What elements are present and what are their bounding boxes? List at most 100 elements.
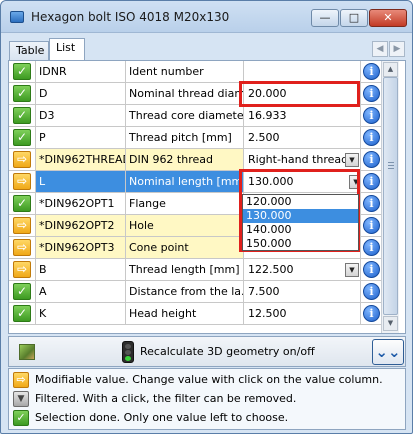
param-value[interactable]: 7.500	[244, 281, 361, 303]
length-dropdown-list[interactable]: 120.000 130.000 140.000 150.000	[242, 194, 359, 251]
list-item[interactable]: ⇨ *DIN962THREAD DIN 962 thread Right-han…	[9, 149, 381, 171]
dropdown-option[interactable]: 120.000	[243, 195, 358, 209]
check-icon: ✓	[13, 63, 31, 80]
info-icon[interactable]: i	[363, 85, 380, 102]
check-icon: ✓	[13, 410, 29, 426]
param-name: D	[36, 83, 126, 105]
param-desc: Head height	[126, 303, 244, 325]
param-value[interactable]: 16.933	[244, 105, 361, 127]
param-value[interactable]: 2.500	[244, 127, 361, 149]
scroll-thumb[interactable]	[383, 77, 398, 315]
list-item[interactable]: ✓ IDNR Ident number i	[9, 61, 381, 83]
list-item[interactable]: ⇨ B Thread length [mm] 122.500 ▼ i	[9, 259, 381, 281]
param-desc: Cone point	[126, 237, 244, 259]
check-icon: ✓	[13, 85, 31, 102]
info-icon[interactable]: i	[363, 283, 380, 300]
scroll-up-icon[interactable]: ▲	[383, 62, 398, 77]
collapse-chevron-icon[interactable]: ⌄⌄	[372, 339, 404, 365]
info-icon[interactable]: i	[363, 63, 380, 80]
param-name: A	[36, 281, 126, 303]
legend-item: ⇨ Modifiable value. Change value with cl…	[13, 371, 403, 389]
check-icon: ✓	[13, 129, 31, 146]
param-name: IDNR	[36, 61, 126, 83]
info-icon[interactable]: i	[363, 151, 380, 168]
scroll-down-icon[interactable]: ▼	[383, 316, 398, 331]
window-title: Hexagon bolt ISO 4018 M20x130	[31, 10, 230, 24]
modifiable-arrow-icon: ⇨	[13, 151, 31, 168]
param-value-select[interactable]: 122.500 ▼	[244, 259, 361, 281]
dropdown-arrow-icon[interactable]: ▼	[345, 153, 359, 167]
param-value: Right-hand thread	[248, 153, 349, 166]
tab-scroll-left-icon[interactable]: ◀	[372, 41, 388, 57]
preview-image-icon[interactable]	[19, 344, 35, 360]
param-desc: Nominal thread diam...	[126, 83, 244, 105]
legend-item: ▼ Filtered. With a click, the filter can…	[13, 390, 403, 408]
modifiable-arrow-icon: ⇨	[13, 261, 31, 278]
list-item[interactable]: ✓ D3 Thread core diamete... 16.933 i	[9, 105, 381, 127]
info-icon[interactable]: i	[363, 173, 380, 190]
info-icon[interactable]: i	[363, 261, 380, 278]
modifiable-arrow-icon: ⇨	[13, 173, 31, 190]
maximize-button[interactable]: □	[340, 9, 368, 27]
bottom-toolbar: Recalculate 3D geometry on/off ⌄⌄	[8, 336, 406, 367]
param-value-select[interactable]: Right-hand thread ▼	[244, 149, 361, 171]
info-icon[interactable]: i	[363, 217, 380, 234]
info-icon[interactable]: i	[363, 305, 380, 322]
tab-table[interactable]: Table	[9, 41, 49, 60]
param-name: P	[36, 127, 126, 149]
param-value: 122.500	[248, 263, 294, 276]
param-value[interactable]	[244, 61, 361, 83]
app-icon	[10, 11, 24, 23]
legend-item: ✓ Selection done. Only one value left to…	[13, 409, 403, 427]
modifiable-arrow-icon: ⇨	[13, 372, 29, 388]
info-icon[interactable]: i	[363, 107, 380, 124]
traffic-light-icon[interactable]	[122, 341, 134, 363]
legend-text: Selection done. Only one value left to c…	[35, 411, 289, 424]
param-name: L	[36, 171, 126, 193]
info-icon[interactable]: i	[363, 239, 380, 256]
legend-text: Modifiable value. Change value with clic…	[35, 373, 383, 386]
dropdown-arrow-icon[interactable]: ▼	[345, 263, 359, 277]
tab-bar: Table List ◀ ▶	[9, 38, 405, 60]
param-desc: Nominal length [mm]	[126, 171, 244, 193]
param-name: *DIN962OPT1	[36, 193, 126, 215]
param-desc: Thread pitch [mm]	[126, 127, 244, 149]
check-icon: ✓	[13, 107, 31, 124]
tab-list[interactable]: List	[49, 38, 85, 60]
param-name: *DIN962OPT2	[36, 215, 126, 237]
check-icon: ✓	[13, 283, 31, 300]
modifiable-arrow-icon: ⇨	[13, 217, 31, 234]
dropdown-option-selected[interactable]: 130.000	[243, 209, 358, 223]
list-item[interactable]: ✓ P Thread pitch [mm] 2.500 i	[9, 127, 381, 149]
check-icon: ✓	[13, 305, 31, 322]
param-desc: Flange	[126, 193, 244, 215]
param-name: B	[36, 259, 126, 281]
title-bar: Hexagon bolt ISO 4018 M20x130 — □ ✕	[1, 1, 412, 33]
param-name: D3	[36, 105, 126, 127]
dropdown-option[interactable]: 150.000	[243, 237, 358, 251]
legend-text: Filtered. With a click, the filter can b…	[35, 392, 297, 405]
legend-panel: ⇨ Modifiable value. Change value with cl…	[8, 368, 406, 430]
info-icon[interactable]: i	[363, 195, 380, 212]
info-icon[interactable]: i	[363, 129, 380, 146]
app-window: Hexagon bolt ISO 4018 M20x130 — □ ✕ Tabl…	[0, 0, 413, 434]
minimize-button[interactable]: —	[311, 9, 339, 27]
tab-scroll-right-icon[interactable]: ▶	[389, 41, 405, 57]
param-name: *DIN962OPT3	[36, 237, 126, 259]
recalculate-label[interactable]: Recalculate 3D geometry on/off	[140, 345, 315, 358]
param-value[interactable]: 12.500	[244, 303, 361, 325]
dropdown-option[interactable]: 140.000	[243, 223, 358, 237]
param-desc: Hole	[126, 215, 244, 237]
list-item[interactable]: ✓ A Distance from the la... 7.500 i	[9, 281, 381, 303]
close-button[interactable]: ✕	[369, 9, 407, 27]
list-item[interactable]: ✓ K Head height 12.500 i	[9, 303, 381, 325]
param-desc: Thread core diamete...	[126, 105, 244, 127]
param-desc: Thread length [mm]	[126, 259, 244, 281]
vertical-scrollbar[interactable]: ▲ ▼	[381, 61, 399, 333]
check-icon: ✓	[13, 195, 31, 212]
modifiable-arrow-icon: ⇨	[13, 239, 31, 256]
highlight-box	[239, 81, 360, 107]
filter-icon: ▼	[13, 391, 29, 407]
param-desc: DIN 962 thread	[126, 149, 244, 171]
param-name: K	[36, 303, 126, 325]
